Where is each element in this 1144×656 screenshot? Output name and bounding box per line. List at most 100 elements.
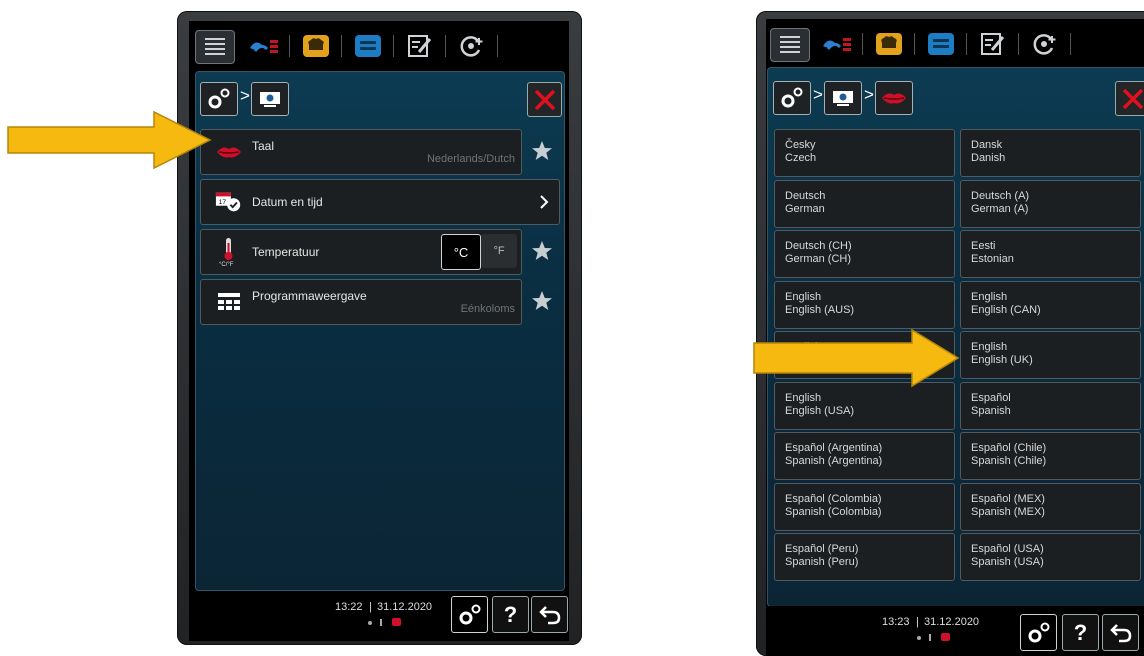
tab-tray[interactable] xyxy=(349,30,387,62)
language-native-name: Español (Colombia) xyxy=(785,492,882,505)
unit-fahrenheit-button[interactable]: °F xyxy=(481,234,517,268)
tab-steam[interactable] xyxy=(245,30,283,62)
setting-row-temperature[interactable]: °C/°F Temperatuur °C °F xyxy=(200,229,522,275)
back-icon xyxy=(1109,623,1131,642)
help-button[interactable]: ? xyxy=(1062,614,1099,651)
language-native-name: Deutsch (CH) xyxy=(785,240,852,252)
breadcrumb-language[interactable] xyxy=(875,81,913,115)
star-icon[interactable] xyxy=(531,240,553,262)
monitor-icon xyxy=(833,91,853,106)
unit-fahrenheit-label: °F xyxy=(493,245,505,257)
help-button[interactable]: ? xyxy=(492,596,529,633)
tab-edit[interactable] xyxy=(401,30,439,62)
close-icon xyxy=(1122,88,1143,109)
language-native-name: Deutsch (A) xyxy=(971,189,1030,202)
setting-row-date-time[interactable]: 17 Datum en tijd xyxy=(200,179,560,225)
clock-separator: | xyxy=(369,601,372,613)
star-icon[interactable] xyxy=(531,290,553,312)
language-native-name: Español (Peru) xyxy=(785,543,859,555)
chef-hat-icon xyxy=(876,33,902,55)
language-english-name: English (AUS) xyxy=(785,303,855,316)
tab-cleaning[interactable] xyxy=(453,30,491,62)
language-option[interactable]: Español (Argentina) Spanish (Argentina) xyxy=(774,432,955,480)
language-english-name: Spanish xyxy=(971,404,1011,417)
lips-icon xyxy=(882,93,906,104)
unit-celsius-label: °C xyxy=(453,244,469,260)
language-option[interactable]: Česky Czech xyxy=(774,129,955,177)
language-native-name: Español xyxy=(971,391,1011,404)
breadcrumb-display[interactable] xyxy=(824,81,862,115)
clock-date: 31.12.2020 xyxy=(377,601,433,613)
tab-chef[interactable] xyxy=(297,30,335,62)
bottom-bar: 13:23 | 31.12.2020 ? xyxy=(766,606,1144,656)
back-icon xyxy=(538,605,560,624)
language-option[interactable]: English English (USA) xyxy=(774,381,955,430)
language-option[interactable]: English English (AUS) xyxy=(774,280,955,329)
language-english-name: Spanish (Chile) xyxy=(971,455,1047,467)
clock-time: 13:23 xyxy=(882,616,910,628)
language-native-name: Español (USA) xyxy=(971,543,1044,555)
back-button[interactable] xyxy=(1102,614,1139,651)
setting-title: Programmaweergave xyxy=(252,289,367,303)
language-english-name: Danish xyxy=(971,152,1006,164)
language-native-name: Español (Chile) xyxy=(971,442,1047,454)
language-native-name: English xyxy=(785,391,822,404)
steam-icon xyxy=(250,40,278,53)
language-option[interactable]: Español (USA) Spanish (USA) xyxy=(960,533,1141,581)
language-option[interactable]: English English (CAN) xyxy=(960,280,1141,329)
tab-chef[interactable] xyxy=(870,28,908,60)
chevron-right-icon xyxy=(540,195,549,209)
language-option[interactable]: Español (MEX) Spanish (MEX) xyxy=(960,482,1141,531)
highlight-arrow xyxy=(7,110,212,170)
language-option[interactable]: Español Spanish xyxy=(960,381,1141,430)
language-option[interactable]: English English (UK) xyxy=(960,331,1141,379)
close-icon xyxy=(534,89,555,110)
language-native-name: Español (Argentina) xyxy=(785,442,883,454)
language-option[interactable]: Español (Colombia) Spanish (Colombia) xyxy=(774,482,955,531)
language-english-name: Spanish (USA) xyxy=(971,556,1044,568)
top-tab-bar xyxy=(189,21,569,69)
settings-button[interactable] xyxy=(451,596,488,633)
close-button[interactable] xyxy=(1115,81,1144,116)
bottom-bar: 13:22 | 31.12.2020 ? xyxy=(189,591,569,637)
language-option[interactable]: Deutsch German xyxy=(774,179,955,228)
tab-steam[interactable] xyxy=(818,28,856,60)
clock-time: 13:22 xyxy=(335,601,363,613)
breadcrumb-display[interactable] xyxy=(251,82,289,116)
edit-icon xyxy=(408,35,432,57)
lips-icon xyxy=(217,147,241,158)
language-native-name: English xyxy=(785,290,822,303)
layout-icon xyxy=(218,293,240,310)
language-english-name: English (CAN) xyxy=(971,303,1041,316)
tab-list[interactable] xyxy=(770,28,810,62)
unit-celsius-button[interactable]: °C xyxy=(441,234,481,270)
language-option[interactable]: Deutsch (CH) German (CH) xyxy=(774,230,955,278)
chef-hat-icon xyxy=(303,35,329,57)
tab-list[interactable] xyxy=(195,30,235,64)
list-icon xyxy=(205,38,225,55)
setting-row-language[interactable]: Taal Nederlands/Dutch xyxy=(200,129,522,175)
language-option[interactable]: Dansk Danish xyxy=(960,129,1141,177)
language-option[interactable]: Eesti Estonian xyxy=(960,230,1141,278)
language-english-name: German (CH) xyxy=(785,253,852,265)
svg-text:17: 17 xyxy=(219,199,227,206)
settings-button[interactable] xyxy=(1020,614,1057,651)
left-screen: > Taal Nederlands/Dutch 17 Datum en tijd… xyxy=(189,21,569,641)
language-option[interactable]: Español (Peru) Spanish (Peru) xyxy=(774,533,955,581)
monitor-icon xyxy=(260,92,280,107)
gear-icon xyxy=(781,87,803,108)
language-english-name: Spanish (Peru) xyxy=(785,556,859,568)
language-english-name: German (A) xyxy=(971,202,1029,215)
language-option[interactable]: Español (Chile) Spanish (Chile) xyxy=(960,432,1141,480)
tab-cleaning[interactable] xyxy=(1026,28,1064,60)
star-icon[interactable] xyxy=(531,140,553,162)
close-button[interactable] xyxy=(527,82,562,117)
tab-tray[interactable] xyxy=(922,28,960,60)
list-icon xyxy=(780,36,800,53)
back-button[interactable] xyxy=(531,596,568,633)
setting-row-program-view[interactable]: Programmaweergave Eénkoloms xyxy=(200,279,522,325)
calendar-icon: 17 xyxy=(215,192,241,212)
language-option[interactable]: Deutsch (A) German (A) xyxy=(960,179,1141,228)
tab-edit[interactable] xyxy=(974,28,1012,60)
breadcrumb-settings[interactable] xyxy=(773,81,811,115)
